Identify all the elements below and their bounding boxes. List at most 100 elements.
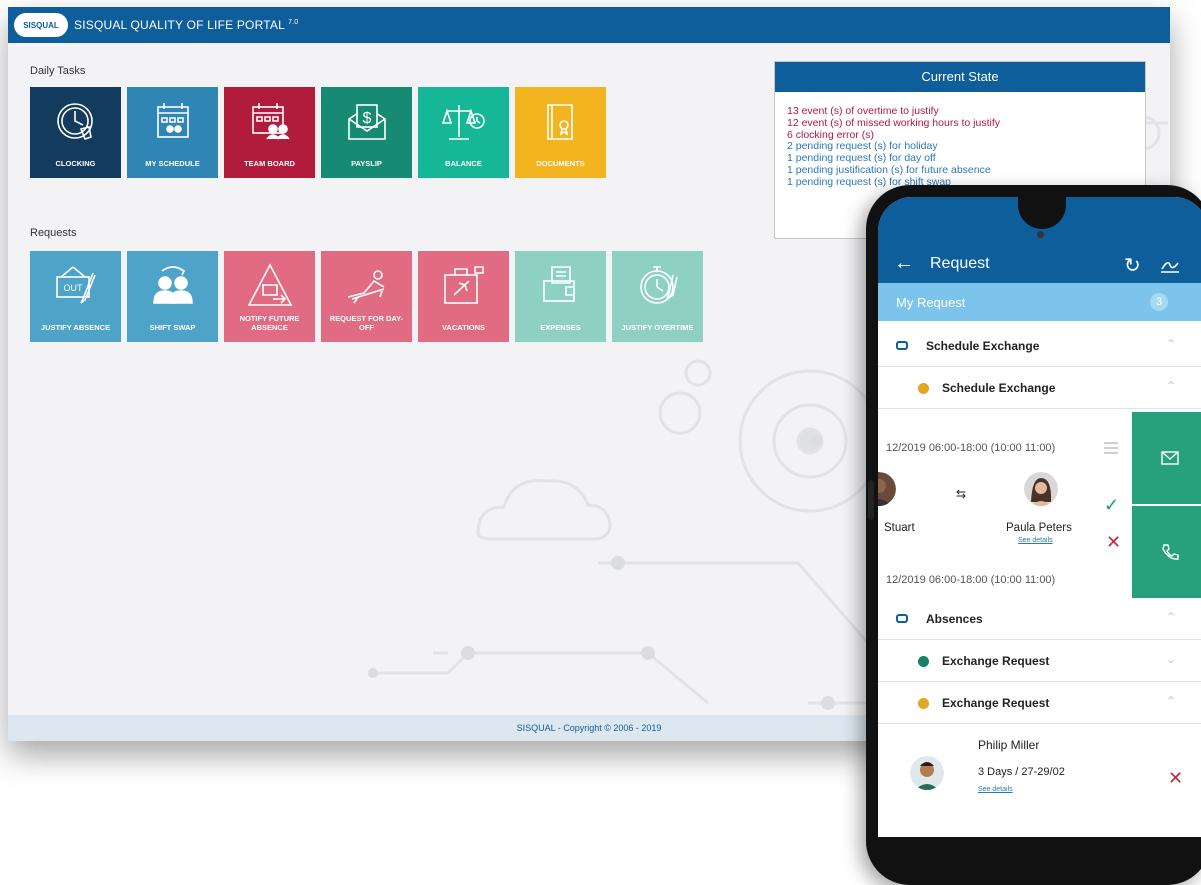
item-exchange-request-2[interactable]: Exchange Request ⌃ (878, 682, 1201, 724)
sisqual-logo[interactable]: SISQUAL (14, 13, 68, 37)
tile-balance[interactable]: BALANCE (418, 87, 509, 178)
tile-payslip[interactable]: $ PAYSLIP (321, 87, 412, 178)
scales-icon (441, 105, 485, 140)
tile-justify-absence[interactable]: OUT JUSTIFY ABSENCE (30, 251, 121, 342)
tile-label: VACATIONS (441, 323, 486, 332)
item-label: Schedule Exchange (942, 381, 1056, 395)
avatar-stuart[interactable] (878, 472, 896, 506)
tile-shift-swap[interactable]: SHIFT SWAP (127, 251, 218, 342)
suitcase-plane-icon (443, 266, 484, 304)
tile-label: PAYSLIP (351, 159, 382, 168)
employee-name: Philip Miller (978, 738, 1040, 752)
swap-icon: ⇆ (956, 487, 967, 501)
shift-date-2: 12/2019 06:00-18:00 (10:00 11:00) (886, 574, 1056, 586)
current-state-title: Current State (775, 62, 1145, 92)
tile-clocking[interactable]: CLOCKING (30, 87, 121, 178)
tile-vacations[interactable]: VACATIONS (418, 251, 509, 342)
tile-my-schedule[interactable]: MY SCHEDULE (127, 87, 218, 178)
menu-icon[interactable] (1104, 442, 1118, 457)
tile-team-board[interactable]: TEAM BOARD (224, 87, 315, 178)
tile-expenses[interactable]: EXPENSES (515, 251, 606, 342)
tile-request-day-off[interactable]: REQUEST FOR DAY-OFF (321, 251, 412, 342)
sign-out-icon[interactable] (1160, 255, 1180, 273)
tile-documents[interactable]: DOCUMENTS (515, 87, 606, 178)
item-label: Exchange Request (942, 654, 1050, 668)
reject-cross-icon[interactable]: ✕ (1106, 532, 1121, 553)
tile-label: BALANCE (445, 159, 482, 168)
item-exchange-request-1[interactable]: Exchange Request ⌄ (878, 640, 1201, 682)
item-schedule-exchange[interactable]: Schedule Exchange ⌃ (878, 367, 1201, 409)
calendar-team-icon (251, 103, 290, 140)
mail-icon (1161, 451, 1179, 465)
reject-cross-icon[interactable]: ✕ (1168, 768, 1183, 789)
tile-justify-overtime[interactable]: JUSTIFY OVERTIME (612, 251, 703, 342)
tile-label: JUSTIFY OVERTIME (621, 323, 694, 332)
chevron-up-icon[interactable]: ⌃ (1166, 694, 1176, 708)
phone-icon (1162, 544, 1179, 560)
absence-detail: 3 Days / 27-29/02 (978, 766, 1065, 778)
people-swap-icon (152, 266, 193, 304)
my-request-bar[interactable]: My Request 3 (878, 283, 1201, 321)
see-details-link[interactable]: See details (1018, 537, 1053, 544)
chevron-up-icon[interactable]: ⌃ (1166, 337, 1176, 351)
out-sign-icon: OUT (55, 266, 96, 304)
my-request-label: My Request (896, 295, 966, 310)
my-request-count-badge: 3 (1150, 293, 1168, 311)
group-label: Absences (926, 612, 983, 626)
daily-tasks-title: Daily Tasks (30, 65, 86, 77)
stopwatch-icon (639, 266, 678, 304)
briefcase-icon (896, 614, 908, 623)
shift-date-1: 12/2019 06:00-18:00 (10:00 11:00) (886, 442, 1056, 454)
back-arrow-icon[interactable]: ← (894, 253, 914, 273)
state-item[interactable]: 12 event (s) of missed working hours to … (787, 117, 1133, 130)
tile-label: DOCUMENTS (536, 159, 585, 168)
lounge-icon (347, 270, 384, 304)
chevron-down-icon[interactable]: ⌄ (1166, 652, 1176, 666)
tile-notify-future-absence[interactable]: NOTIFY FUTURE ABSENCE (224, 251, 315, 342)
group-absences[interactable]: Absences ⌃ (878, 598, 1201, 640)
avatar-philip-miller[interactable] (910, 756, 944, 790)
group-label: Schedule Exchange (926, 339, 1040, 353)
status-dot-yellow (918, 383, 929, 394)
call-button[interactable] (1132, 506, 1201, 598)
right-employee-name: Paula Peters (1006, 522, 1072, 534)
app-title-text: SISQUAL QUALITY OF LIFE PORTAL (74, 18, 285, 32)
avatar-paula-peters[interactable] (1024, 472, 1058, 506)
svg-text:$: $ (362, 110, 371, 127)
tile-label: REQUEST FOR DAY-OFF (329, 314, 404, 332)
wallet-receipt-icon (542, 266, 575, 302)
item-label: Exchange Request (942, 696, 1050, 710)
email-button[interactable] (1132, 412, 1201, 504)
app-title: SISQUAL QUALITY OF LIFE PORTAL 7.0 (74, 18, 298, 32)
document-icon (546, 104, 573, 140)
clock-hand-icon (56, 103, 93, 140)
phone-title: Request (930, 255, 990, 272)
phone-screen: ← Request ↻ My Request 3 Schedule Exchan… (878, 197, 1201, 837)
chevron-up-icon[interactable]: ⌃ (1166, 379, 1176, 393)
envelope-dollar-icon: $ (347, 104, 386, 140)
title-bar: SISQUAL SISQUAL QUALITY OF LIFE PORTAL 7… (8, 7, 1170, 43)
requests-title: Requests (30, 227, 77, 239)
refresh-icon[interactable]: ↻ (1124, 253, 1141, 278)
group-schedule-exchange[interactable]: Schedule Exchange ⌃ (878, 325, 1201, 367)
warning-out-icon (247, 263, 292, 306)
tile-label: TEAM BOARD (244, 159, 295, 168)
calendar-user-icon (156, 103, 189, 138)
tile-label: EXPENSES (540, 323, 581, 332)
see-details-link[interactable]: See details (978, 786, 1013, 793)
camera-icon (1037, 231, 1044, 238)
left-employee-name: Stuart (884, 522, 915, 534)
tile-label: CLOCKING (55, 159, 96, 168)
contact-actions (1132, 412, 1201, 598)
phone-side-button (868, 480, 874, 520)
tile-label: SHIFT SWAP (149, 323, 196, 332)
status-dot-yellow (918, 698, 929, 709)
approve-check-icon[interactable]: ✓ (1104, 495, 1119, 516)
state-item[interactable]: 1 pending justification (s) for future a… (787, 164, 1133, 177)
tile-label: NOTIFY FUTURE ABSENCE (239, 314, 300, 332)
status-dot-green (918, 656, 929, 667)
chevron-up-icon[interactable]: ⌃ (1166, 610, 1176, 624)
svg-text:OUT: OUT (63, 283, 83, 293)
app-version: 7.0 (288, 19, 299, 26)
tile-label: MY SCHEDULE (145, 159, 200, 168)
